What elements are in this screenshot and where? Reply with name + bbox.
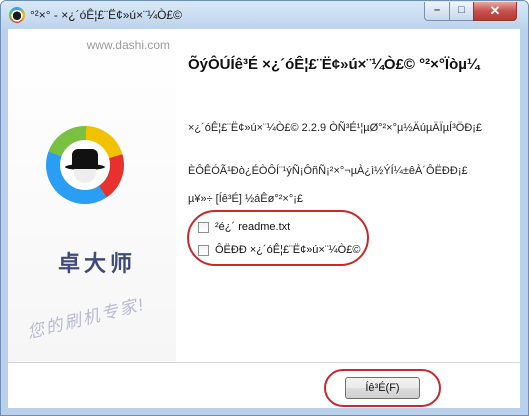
readme-checkbox-label[interactable]: ²é¿´ readme.txt	[215, 221, 290, 233]
wizard-content: ÕýÔÚÍê³É ×¿´óÊ¦£¨Ë¢»ú×¨¼Ò£© °²×°Ïòµ¼ ×¿´…	[176, 29, 520, 362]
minimize-icon: –	[433, 4, 441, 16]
wizard-footer: Íê³É(F)	[8, 363, 520, 408]
readme-checkbox-row[interactable]: ²é¿´ readme.txt	[198, 220, 348, 236]
finish-instruction-text: µ¥»÷ [Íê³É] ½áÊø°²×°¡£	[188, 193, 304, 205]
run-app-checkbox[interactable]	[198, 245, 209, 256]
wizard-sidebar: www.dashi.com 卓大师 您的刷机专家!	[8, 29, 176, 362]
minimize-button[interactable]: –	[424, 2, 450, 21]
run-app-checkbox-row[interactable]: ÔËÐÐ ×¿´óÊ¦£¨Ë¢»ú×¨¼Ò£©	[198, 243, 360, 259]
finish-button[interactable]: Íê³É(F)	[345, 377, 420, 399]
brand-logo	[46, 126, 124, 204]
installer-window: °²×° - ×¿´óÊ¦£¨Ë¢»ú×¨¼Ò£© – □ ✕ www.dash…	[0, 0, 529, 416]
close-button[interactable]: ✕	[473, 2, 517, 21]
brand-name: 卓大师	[58, 251, 137, 276]
page-title: ÕýÔÚÍê³É ×¿´óÊ¦£¨Ë¢»ú×¨¼Ò£© °²×°Ïòµ¼	[188, 56, 480, 73]
install-success-text: ×¿´óÊ¦£¨Ë¢»ú×¨¼Ò£© 2.2.9 ÒÑ³É¹¦µØ°²×°µ½Ä…	[188, 122, 483, 134]
website-url: www.dashi.com	[86, 38, 170, 52]
maximize-button[interactable]: □	[449, 2, 474, 21]
close-icon: ✕	[489, 3, 501, 18]
run-app-checkbox-label[interactable]: ÔËÐÐ ×¿´óÊ¦£¨Ë¢»ú×¨¼Ò£©	[215, 244, 360, 256]
wizard-client-area: www.dashi.com 卓大师 您的刷机专家! ÕýÔÚÍê³É ×¿´óÊ…	[8, 29, 520, 408]
brand-slogan: 您的刷机专家!	[25, 294, 147, 343]
window-title: °²×° - ×¿´óÊ¦£¨Ë¢»ú×¨¼Ò£©	[30, 8, 182, 22]
maximize-icon: □	[458, 4, 465, 16]
app-logo-icon	[9, 7, 25, 23]
logo-inner	[60, 140, 110, 190]
logo-face	[74, 169, 96, 183]
info-text: ÈÔÊÓÃ¹Ðò¿ÉÒÔÍ¨¹ýÑ¡ÔñÑ¡²×°¬µÀ¿ì½ÝÍ¼±êÀ´ÔË…	[188, 165, 468, 177]
readme-checkbox[interactable]	[198, 222, 209, 233]
title-bar[interactable]: °²×° - ×¿´óÊ¦£¨Ë¢»ú×¨¼Ò£© – □ ✕	[1, 1, 528, 29]
